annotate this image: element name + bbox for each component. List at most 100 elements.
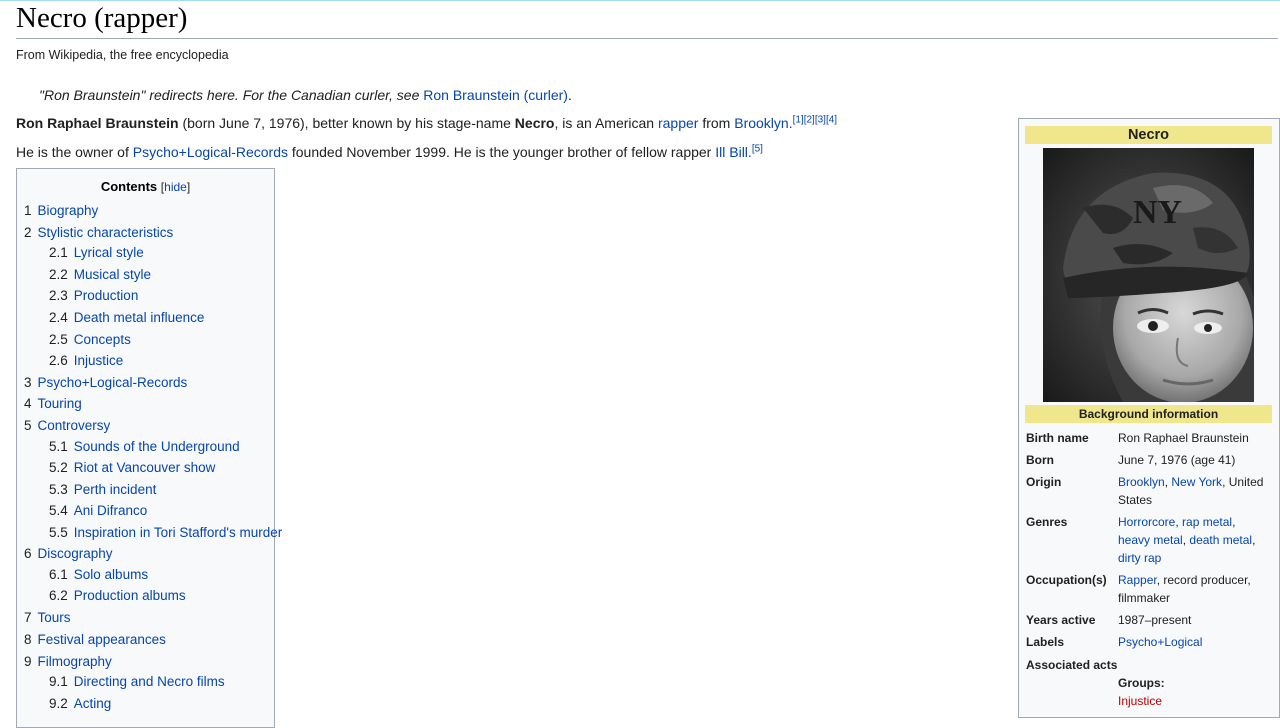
separator: , xyxy=(1182,533,1187,547)
toc-item[interactable]: 2.4 Death metal influence xyxy=(49,310,204,325)
origin-new-york-link[interactable]: New York xyxy=(1171,475,1222,489)
toc-item[interactable]: 9.1 Directing and Necro films xyxy=(49,674,225,689)
origin-brooklyn-link[interactable]: Brooklyn xyxy=(1118,475,1165,489)
record-label-link[interactable]: Psycho+Logical xyxy=(1118,635,1202,649)
toc-link[interactable]: Death metal influence xyxy=(74,310,205,325)
toc-hide-toggle[interactable]: [hide] xyxy=(161,180,190,194)
toc-item[interactable]: 9.2 Acting xyxy=(49,696,111,711)
ref-link[interactable]: [4] xyxy=(826,114,837,125)
genre-link[interactable]: rap metal xyxy=(1182,515,1232,529)
toc-item[interactable]: 5 Controversy xyxy=(24,418,110,433)
artist-photo[interactable]: NY xyxy=(1043,148,1254,402)
origin-label: Origin xyxy=(1026,475,1062,489)
toc-link[interactable]: Filmography xyxy=(38,654,112,669)
toc-item[interactable]: 2.2 Musical style xyxy=(49,267,151,282)
toc-link[interactable]: Production albums xyxy=(74,588,186,603)
toc-number: 2.6 xyxy=(49,353,68,368)
origin-text: , United xyxy=(1222,475,1264,489)
toc-item[interactable]: 6.1 Solo albums xyxy=(49,567,148,582)
toc-link[interactable]: Musical style xyxy=(74,267,151,282)
toc-link[interactable]: Stylistic characteristics xyxy=(38,225,174,240)
toc-item[interactable]: 2.5 Concepts xyxy=(49,332,131,347)
toc-link[interactable]: Perth incident xyxy=(74,482,157,497)
hatnote: "Ron Braunstein" redirects here. For the… xyxy=(39,87,572,103)
toc-number: 3 xyxy=(24,375,32,390)
toc-item[interactable]: 5.1 Sounds of the Underground xyxy=(49,439,240,454)
brooklyn-link[interactable]: Brooklyn xyxy=(734,115,788,131)
toc-item[interactable]: 5.3 Perth incident xyxy=(49,482,156,497)
rapper-link[interactable]: rapper xyxy=(658,115,698,131)
bracket: ] xyxy=(186,180,191,194)
toc-link[interactable]: Acting xyxy=(74,696,112,711)
toc-number: 2.3 xyxy=(49,288,68,303)
toc-item[interactable]: 6.2 Production albums xyxy=(49,588,186,603)
genres-label: Genres xyxy=(1026,515,1068,529)
stage-name: Necro xyxy=(514,115,555,131)
origin-text: States xyxy=(1118,493,1153,507)
genre-link[interactable]: heavy metal xyxy=(1118,533,1183,547)
injustice-link[interactable]: Injustice xyxy=(1118,694,1162,708)
toc-link[interactable]: Tours xyxy=(38,610,71,625)
separator: , xyxy=(1232,515,1236,529)
toc-item[interactable]: 7 Tours xyxy=(24,610,71,625)
toc-link[interactable]: Injustice xyxy=(74,353,124,368)
subject-name: Ron Raphael Braunstein xyxy=(16,115,179,131)
ref-link[interactable]: [2] xyxy=(804,114,815,125)
toc-link[interactable]: Ani Difranco xyxy=(74,503,148,518)
toc-link[interactable]: Riot at Vancouver show xyxy=(74,460,216,475)
toc-item[interactable]: 3 Psycho+Logical-Records xyxy=(24,375,187,390)
toc-number: 1 xyxy=(24,203,32,218)
toc-item[interactable]: 5.5 Inspiration in Tori Stafford's murder xyxy=(49,525,282,540)
ref-link[interactable]: [3] xyxy=(815,114,826,125)
toc-item[interactable]: 1 Biography xyxy=(24,203,98,218)
toc-link[interactable]: Discography xyxy=(38,546,113,561)
toc-link[interactable]: Solo albums xyxy=(74,567,148,582)
toc-item[interactable]: 5.4 Ani Difranco xyxy=(49,503,147,518)
origin-value: Brooklyn, New York, United States xyxy=(1118,473,1268,509)
toc-link[interactable]: Lyrical style xyxy=(74,245,144,260)
toc-number: 6.1 xyxy=(49,567,68,582)
rapper-occupation-link[interactable]: Rapper xyxy=(1118,573,1157,587)
hatnote-link[interactable]: Ron Braunstein (curler) xyxy=(423,87,568,103)
toc-link[interactable]: Production xyxy=(74,288,139,303)
site-tagline: From Wikipedia, the free encyclopedia xyxy=(16,48,229,62)
psycho-logical-records-link[interactable]: Psycho+Logical-Records xyxy=(133,144,288,160)
toc-item[interactable]: 2.1 Lyrical style xyxy=(49,245,144,260)
toc-number: 5 xyxy=(24,418,32,433)
toc-link[interactable]: Touring xyxy=(38,396,82,411)
genre-link[interactable]: Horrorcore xyxy=(1118,515,1175,529)
toc-item[interactable]: 6 Discography xyxy=(24,546,113,561)
references: [1][2][3][4] xyxy=(793,114,838,125)
toc-item[interactable]: 2.3 Production xyxy=(49,288,138,303)
toc-item[interactable]: 8 Festival appearances xyxy=(24,632,166,647)
labels-label: Labels xyxy=(1026,635,1065,649)
ref-link[interactable]: [5] xyxy=(752,143,763,154)
ref-link[interactable]: [1] xyxy=(793,114,804,125)
separator: , xyxy=(1252,533,1256,547)
toc-number: 2 xyxy=(24,225,32,240)
toc-item[interactable]: 9 Filmography xyxy=(24,654,112,669)
page-title: Necro (rapper) xyxy=(16,2,188,34)
toc-link[interactable]: Festival appearances xyxy=(38,632,166,647)
toc-item[interactable]: 5.2 Riot at Vancouver show xyxy=(49,460,215,475)
genres-value: Horrorcore, rap metal, heavy metal, death… xyxy=(1118,513,1268,567)
toc-link[interactable]: Directing and Necro films xyxy=(74,674,225,689)
toc-number: 2.5 xyxy=(49,332,68,347)
toc-number: 9 xyxy=(24,654,32,669)
title-divider xyxy=(16,38,1278,39)
toc-link[interactable]: Inspiration in Tori Stafford's murder xyxy=(74,525,282,540)
toc-item[interactable]: 2 Stylistic characteristics xyxy=(24,225,173,240)
toc-header: Contents [hide] xyxy=(17,179,274,194)
genre-link[interactable]: death metal xyxy=(1189,533,1252,547)
genre-link[interactable]: dirty rap xyxy=(1118,551,1161,565)
toc-item[interactable]: 2.6 Injustice xyxy=(49,353,123,368)
toc-link[interactable]: Concepts xyxy=(74,332,131,347)
toc-link[interactable]: Psycho+Logical-Records xyxy=(38,375,188,390)
toc-number: 4 xyxy=(24,396,32,411)
toc-link[interactable]: Controversy xyxy=(38,418,111,433)
toc-link[interactable]: Sounds of the Underground xyxy=(74,439,240,454)
toc-link[interactable]: Biography xyxy=(38,203,99,218)
ill-bill-link[interactable]: Ill Bill xyxy=(715,144,748,160)
toc-hide-link[interactable]: hide xyxy=(164,180,187,194)
toc-item[interactable]: 4 Touring xyxy=(24,396,82,411)
